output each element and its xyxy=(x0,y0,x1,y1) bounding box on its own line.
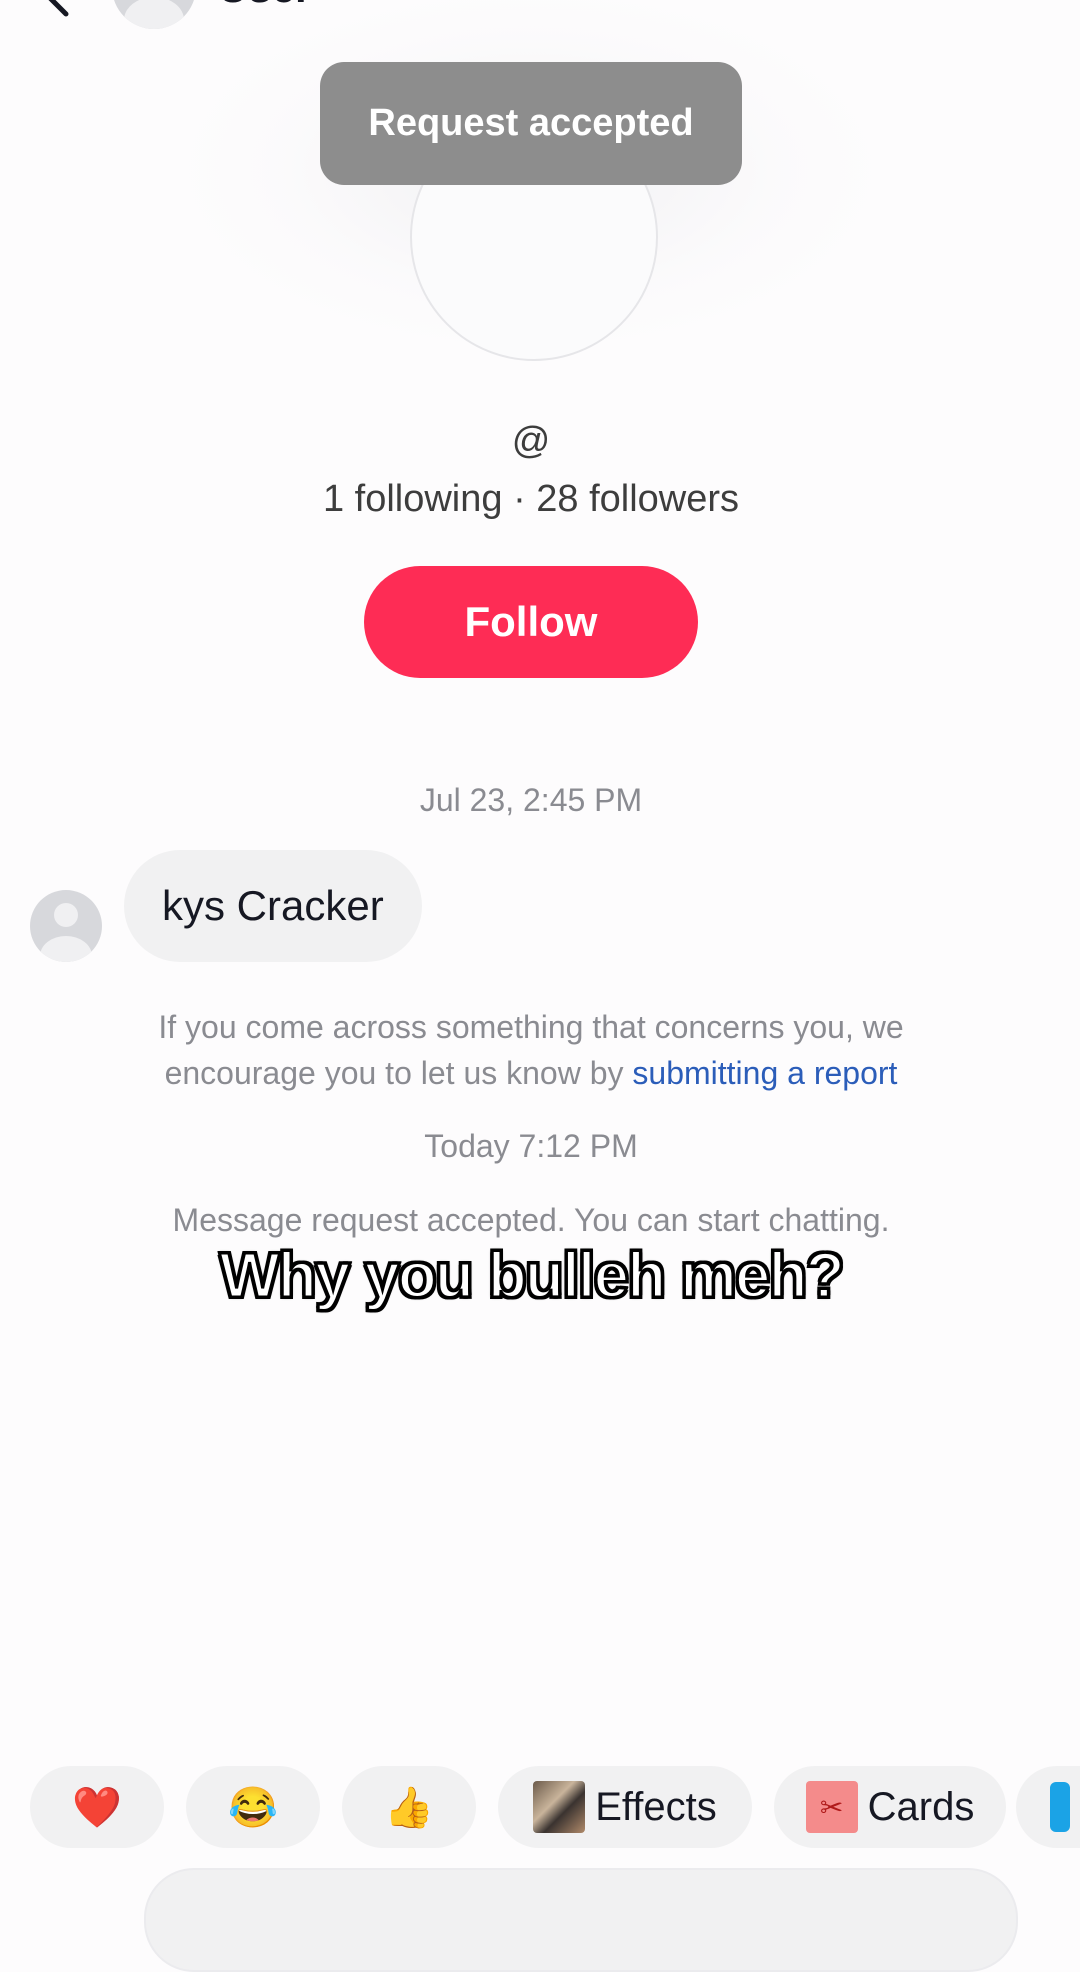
message-timestamp: Jul 23, 2:45 PM xyxy=(419,782,643,818)
system-message: Message request accepted. You can start … xyxy=(172,1202,890,1238)
sender-avatar[interactable] xyxy=(30,890,102,962)
cards-label: Cards xyxy=(867,1784,975,1829)
toast-notification: Request accepted xyxy=(320,62,742,185)
header-avatar[interactable] xyxy=(112,0,196,29)
follow-button[interactable]: Follow xyxy=(364,566,698,678)
profile-stats: 1 following · 28 followers xyxy=(322,478,740,520)
safety-notice: If you come across something that concer… xyxy=(100,1004,962,1096)
message-input[interactable] xyxy=(144,1868,1018,1972)
quick-reply-laugh[interactable]: 😂 xyxy=(186,1766,320,1848)
effects-label: Effects xyxy=(595,1784,717,1829)
submit-report-link[interactable]: submitting a report xyxy=(632,1055,897,1091)
gift-card-icon: ✂ xyxy=(805,1781,858,1833)
cards-button[interactable]: ✂ Cards xyxy=(774,1766,1006,1848)
quick-reply-thumbs-up[interactable]: 👍 xyxy=(342,1766,476,1848)
more-options-chip[interactable] xyxy=(1016,1766,1080,1848)
partial-chip-icon xyxy=(1050,1782,1070,1832)
thumbs-up-icon: 👍 xyxy=(384,1785,434,1830)
message-timestamp-today: Today 7:12 PM xyxy=(424,1128,638,1164)
message-bubble[interactable]: kys Cracker xyxy=(124,850,422,962)
overlay-caption: Why you bulleh meh? xyxy=(218,1238,846,1313)
laughing-emoji-icon: 😂 xyxy=(228,1785,278,1830)
header-username[interactable]: User xyxy=(218,0,311,12)
effects-thumbnail-icon xyxy=(533,1781,586,1833)
heart-icon: ❤️ xyxy=(72,1785,122,1830)
quick-reply-heart[interactable]: ❤️ xyxy=(30,1766,164,1848)
effects-button[interactable]: Effects xyxy=(498,1766,752,1848)
chevron-left-icon[interactable] xyxy=(38,0,78,18)
profile-handle: @ xyxy=(511,420,551,462)
